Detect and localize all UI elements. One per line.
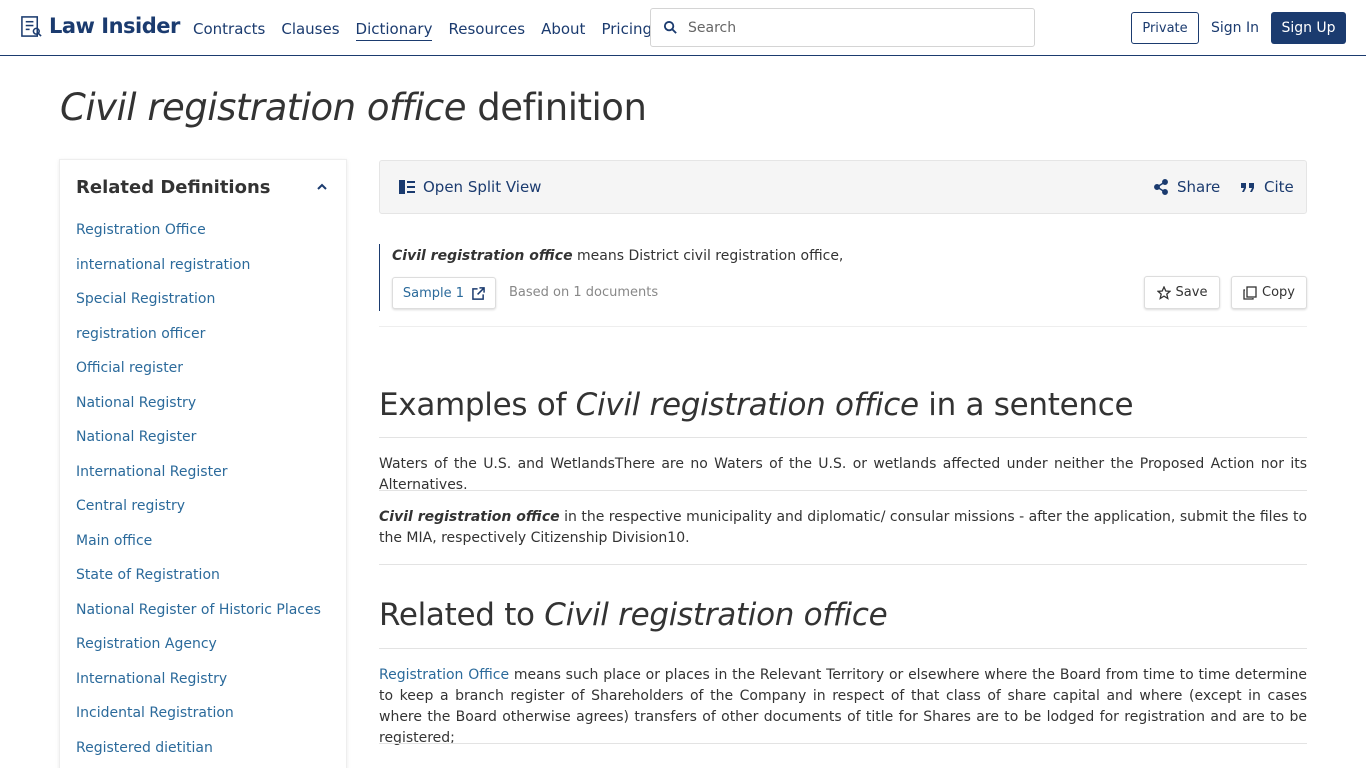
book-logo-icon xyxy=(21,15,42,37)
sample-1-button[interactable]: Sample 1 xyxy=(392,277,496,309)
share-label: Share xyxy=(1177,178,1221,196)
definition-term: Civil registration office xyxy=(392,248,573,264)
page-title-suffix: definition xyxy=(465,86,647,129)
related-definition-link[interactable]: National Register xyxy=(76,429,321,464)
related-definitions-list: Registration Office international regist… xyxy=(76,222,321,768)
chevron-up-icon[interactable] xyxy=(316,182,328,192)
related-definition-link[interactable]: National Registry xyxy=(76,395,321,430)
search-input[interactable] xyxy=(688,19,1008,36)
nav-resources[interactable]: Resources xyxy=(448,20,525,41)
sample-label: Sample 1 xyxy=(402,285,465,301)
search-box[interactable] xyxy=(650,8,1035,47)
nav-pricing[interactable]: Pricing xyxy=(601,20,652,41)
based-on-count: Based on 1 documents xyxy=(509,285,659,300)
related-definition-link[interactable]: Central registry xyxy=(76,498,321,533)
related-definition-link[interactable]: Main office xyxy=(76,533,321,568)
quote-icon xyxy=(1241,183,1254,192)
related-definition-link[interactable]: Official register xyxy=(76,360,321,395)
examples-heading-term: Civil registration office xyxy=(575,387,919,423)
example-term: Civil registration office xyxy=(379,509,560,525)
divider xyxy=(379,648,1307,649)
sign-up-button[interactable]: Sign Up xyxy=(1271,12,1346,44)
sign-in-button[interactable]: Sign In xyxy=(1208,12,1262,44)
related-definition-link[interactable]: International Registry xyxy=(76,671,321,706)
related-definition-link[interactable]: Special Registration xyxy=(76,291,321,326)
copy-label: Copy xyxy=(1262,285,1295,300)
private-button[interactable]: Private xyxy=(1131,12,1199,44)
cite-button[interactable]: Cite xyxy=(1240,178,1294,196)
related-heading-term: Civil registration office xyxy=(544,597,888,633)
save-label: Save xyxy=(1175,285,1208,300)
nav-contracts[interactable]: Contracts xyxy=(193,20,265,41)
save-button[interactable]: Save xyxy=(1144,276,1220,309)
open-split-view-label: Open Split View xyxy=(423,178,542,196)
related-term-text: means such place or places in the Releva… xyxy=(379,667,1307,746)
nav-about[interactable]: About xyxy=(541,20,585,41)
share-button[interactable]: Share xyxy=(1153,178,1220,196)
logo[interactable]: Law Insider xyxy=(20,14,180,38)
main-nav: Contracts Clauses Dictionary Resources A… xyxy=(193,20,652,41)
examples-heading: Examples of Civil registration office in… xyxy=(379,387,1134,423)
divider xyxy=(379,437,1307,438)
cite-label: Cite xyxy=(1264,178,1294,196)
top-header: Law Insider Contracts Clauses Dictionary… xyxy=(0,0,1366,56)
share-icon xyxy=(1154,179,1168,195)
star-icon xyxy=(1156,285,1171,300)
examples-heading-prefix: Examples of xyxy=(379,387,576,423)
page-title-term: Civil registration office xyxy=(60,86,466,129)
related-definition-link[interactable]: Registration Agency xyxy=(76,636,321,671)
definition-accent-bar xyxy=(379,244,380,311)
related-definition-link[interactable]: registration officer xyxy=(76,326,321,361)
related-definition-link[interactable]: international registration xyxy=(76,257,321,292)
related-heading-prefix: Related to xyxy=(379,597,545,633)
definition-block: Civil registration office means District… xyxy=(379,244,1307,327)
split-view-icon xyxy=(399,180,415,194)
page-title: Civil registration office definition xyxy=(60,86,647,129)
related-definition-link[interactable]: International Register xyxy=(76,464,321,499)
related-definition-link[interactable]: State of Registration xyxy=(76,567,321,602)
related-definitions-heading: Related Definitions xyxy=(76,177,271,198)
related-definition-entry: Registration Office means such place or … xyxy=(379,665,1307,749)
related-definition-link[interactable]: Registration Office xyxy=(76,222,321,257)
divider xyxy=(379,743,1307,744)
example-sentence: Civil registration office in the respect… xyxy=(379,507,1307,549)
divider xyxy=(379,564,1307,565)
definition-body: means District civil registration office… xyxy=(572,248,844,264)
related-definition-link[interactable]: Incidental Registration xyxy=(76,705,321,740)
nav-dictionary[interactable]: Dictionary xyxy=(355,20,433,41)
copy-icon xyxy=(1243,285,1257,300)
example-text: Waters of the U.S. and WetlandsThere are… xyxy=(379,456,1307,493)
related-definition-link[interactable]: National Register of Historic Places xyxy=(76,602,321,637)
open-split-view-button[interactable]: Open Split View xyxy=(399,178,541,196)
examples-heading-suffix: in a sentence xyxy=(918,387,1134,423)
definition-text: Civil registration office means District… xyxy=(392,248,843,264)
related-heading: Related to Civil registration office xyxy=(379,597,888,633)
related-term-link[interactable]: Registration Office xyxy=(379,667,509,683)
copy-button[interactable]: Copy xyxy=(1231,276,1307,309)
related-definitions-panel: Related Definitions Registration Office … xyxy=(59,159,347,768)
logo-text: Law Insider xyxy=(49,14,180,38)
search-icon xyxy=(663,20,677,34)
external-link-icon xyxy=(472,286,485,300)
definition-toolbar: Open Split View Share Cite xyxy=(379,160,1307,214)
divider xyxy=(379,490,1307,491)
related-definition-link[interactable]: Registered dietitian xyxy=(76,740,321,768)
nav-clauses[interactable]: Clauses xyxy=(281,20,339,41)
